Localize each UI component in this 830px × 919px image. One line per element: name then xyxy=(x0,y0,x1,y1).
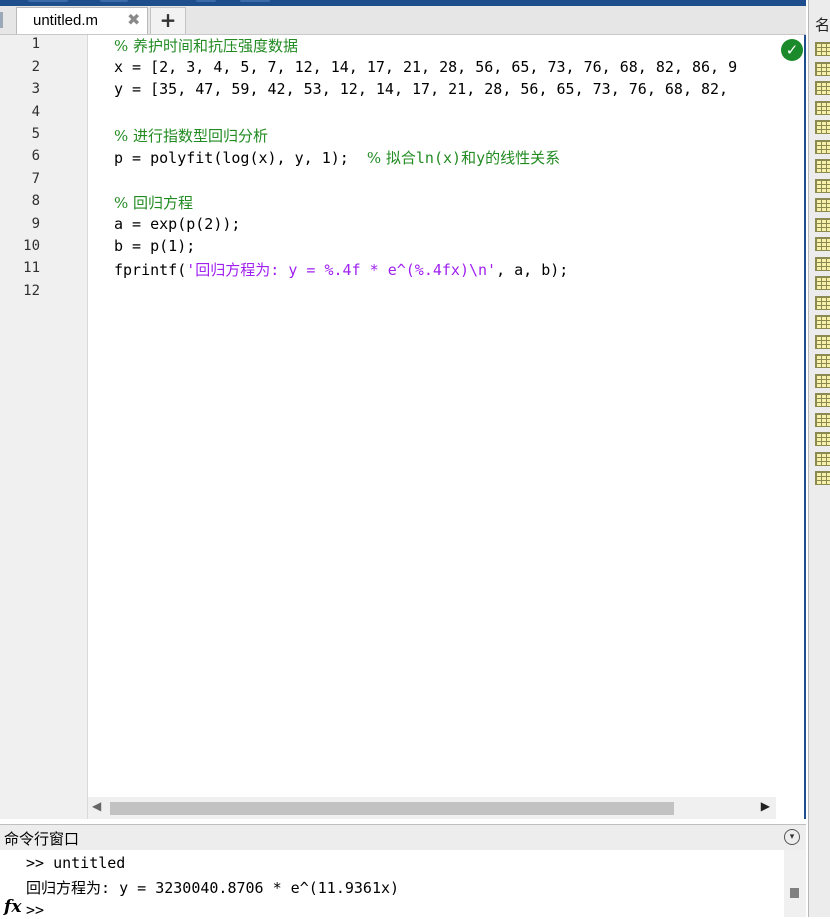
editor-vertical-scrollbar[interactable] xyxy=(774,35,804,795)
line-number: 1 xyxy=(31,36,40,52)
command-output-line: >> untitled xyxy=(26,854,126,872)
line-number: 7 xyxy=(31,171,40,187)
code-line-11: fprintf('回归方程为: y = %.4f * e^(%.4fx)\n',… xyxy=(114,261,569,279)
code-area[interactable]: % 养护时间和抗压强度数据 x = [2, 3, 4, 5, 7, 12, 14… xyxy=(114,35,776,795)
line-number: 3 xyxy=(31,81,40,97)
code-line-9: a = exp(p(2)); xyxy=(114,215,241,233)
variable-icon[interactable] xyxy=(815,432,830,446)
variable-icon[interactable] xyxy=(815,198,830,212)
command-window[interactable]: >> untitled 回归方程为: y = 3230040.8706 * e^… xyxy=(0,850,806,919)
code-line-1: % 养护时间和抗压强度数据 xyxy=(114,37,299,55)
variable-icon[interactable] xyxy=(815,61,830,76)
variable-icon[interactable] xyxy=(815,42,830,56)
variable-icon[interactable] xyxy=(815,354,830,368)
close-tab-icon[interactable]: ✖ xyxy=(127,10,140,29)
line-number: 5 xyxy=(31,126,40,142)
variable-icon[interactable] xyxy=(815,334,830,349)
code-line-8: % 回归方程 xyxy=(114,194,194,212)
code-line-3: y = [35, 47, 59, 42, 53, 12, 14, 17, 21,… xyxy=(114,80,729,98)
variable-icon[interactable] xyxy=(815,451,830,466)
scroll-thumb[interactable] xyxy=(110,802,674,815)
tab-bar-edge xyxy=(0,12,3,28)
code-line-10: b = p(1); xyxy=(114,237,196,255)
command-output-line: 回归方程为: y = 3230040.8706 * e^(11.9361x) xyxy=(26,879,400,897)
variable-icon[interactable] xyxy=(815,139,830,154)
workspace-panel[interactable]: 名 xyxy=(808,0,830,917)
command-window-header: 命令行窗口 ▾ xyxy=(0,824,806,850)
variable-icon[interactable] xyxy=(815,159,830,173)
tab-untitled-m[interactable]: untitled.m ✖ xyxy=(16,7,148,34)
variable-icon[interactable] xyxy=(815,393,830,407)
code-line-5: % 进行指数型回归分析 xyxy=(114,127,269,145)
variable-icon[interactable] xyxy=(815,100,830,115)
variable-icon[interactable] xyxy=(815,471,830,485)
line-number: 10 xyxy=(23,238,40,254)
variable-icon[interactable] xyxy=(815,178,830,193)
variable-icon[interactable] xyxy=(815,256,830,271)
new-tab-button[interactable]: + xyxy=(150,7,186,34)
code-line-2: x = [2, 3, 4, 5, 7, 12, 14, 17, 21, 28, … xyxy=(114,58,738,76)
variable-icon[interactable] xyxy=(815,373,830,388)
variable-icon[interactable] xyxy=(815,81,830,95)
variable-icon[interactable] xyxy=(815,276,830,290)
variable-icon[interactable] xyxy=(815,120,830,134)
editor-tab-bar: untitled.m ✖ + xyxy=(0,6,806,35)
scroll-left-icon[interactable]: ◀ xyxy=(92,799,101,813)
editor-horizontal-scrollbar[interactable]: ◀ ▶ xyxy=(88,797,776,819)
variable-icon[interactable] xyxy=(815,315,830,329)
line-number: 9 xyxy=(31,216,40,232)
tab-label: untitled.m xyxy=(33,12,99,29)
line-number: 8 xyxy=(31,193,40,209)
variable-icon[interactable] xyxy=(815,412,830,427)
function-browser-icon[interactable]: fx xyxy=(4,897,21,917)
variable-icon[interactable] xyxy=(815,295,830,310)
command-window-scrollbar[interactable] xyxy=(784,850,806,917)
line-number-gutter: 1 2 3 4 5 6 7 8 9 10 11 12 xyxy=(0,35,88,819)
code-editor[interactable]: 1 2 3 4 5 6 7 8 9 10 11 12 % 养护时间和抗压强度数据 x = [2, 3,… xyxy=(0,35,806,819)
command-scroll-thumb[interactable] xyxy=(790,888,799,898)
command-prompt[interactable]: >> xyxy=(26,901,44,919)
line-number: 4 xyxy=(31,104,40,120)
line-number: 12 xyxy=(23,283,40,299)
variable-icon[interactable] xyxy=(815,217,830,232)
command-window-menu-icon[interactable]: ▾ xyxy=(784,829,800,845)
check-circle-icon: ✓ xyxy=(781,39,803,61)
scroll-right-icon[interactable]: ▶ xyxy=(761,799,770,813)
workspace-name-header[interactable]: 名 xyxy=(815,14,830,35)
command-window-title: 命令行窗口 xyxy=(4,830,80,848)
line-number: 6 xyxy=(31,148,40,164)
variable-icon[interactable] xyxy=(815,237,830,251)
line-number: 2 xyxy=(31,59,40,75)
code-line-6: p = polyfit(log(x), y, 1); % 拟合ln(x)和y的线… xyxy=(114,149,561,167)
line-number: 11 xyxy=(23,260,40,276)
